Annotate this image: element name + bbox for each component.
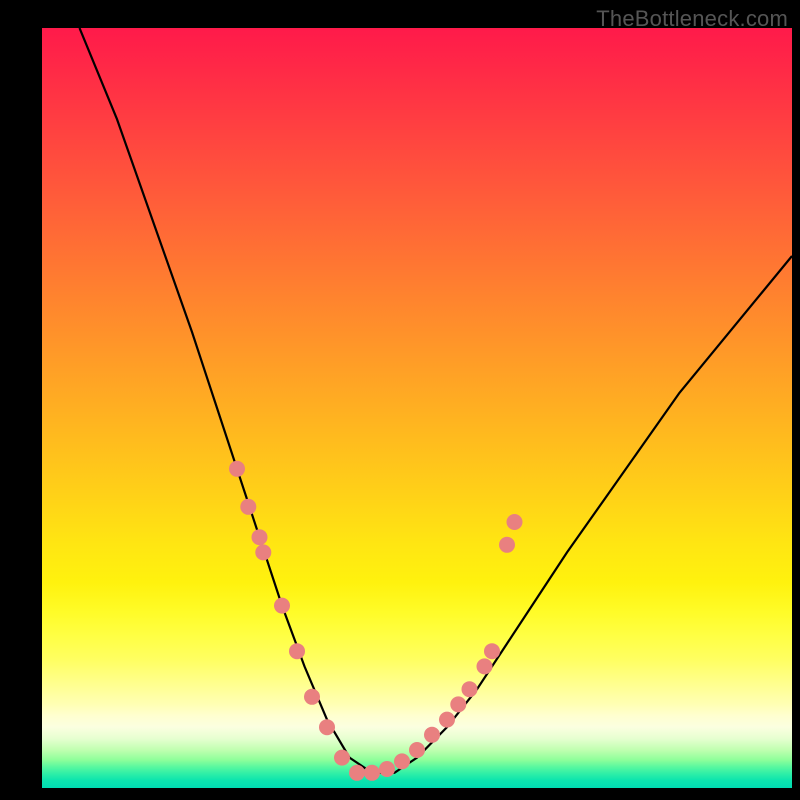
curve-marker [274,598,290,614]
curve-marker [507,514,523,530]
curve-marker [304,689,320,705]
curve-marker [240,499,256,515]
chart-svg [42,28,792,788]
plot-area [42,28,792,788]
curve-marker [349,765,365,781]
bottleneck-curve [80,28,793,773]
curve-marker [424,727,440,743]
curve-marker [409,742,425,758]
curve-marker [499,537,515,553]
marker-layer [229,461,523,781]
curve-marker [477,658,493,674]
curve-marker [334,750,350,766]
curve-marker [462,681,478,697]
curve-layer [80,28,793,773]
curve-marker [229,461,245,477]
curve-marker [439,712,455,728]
curve-marker [364,765,380,781]
curve-marker [450,696,466,712]
curve-marker [484,643,500,659]
curve-marker [255,544,271,560]
curve-marker [379,761,395,777]
curve-marker [289,643,305,659]
curve-marker [319,719,335,735]
watermark-text: TheBottleneck.com [596,6,788,32]
curve-marker [394,753,410,769]
curve-marker [252,529,268,545]
